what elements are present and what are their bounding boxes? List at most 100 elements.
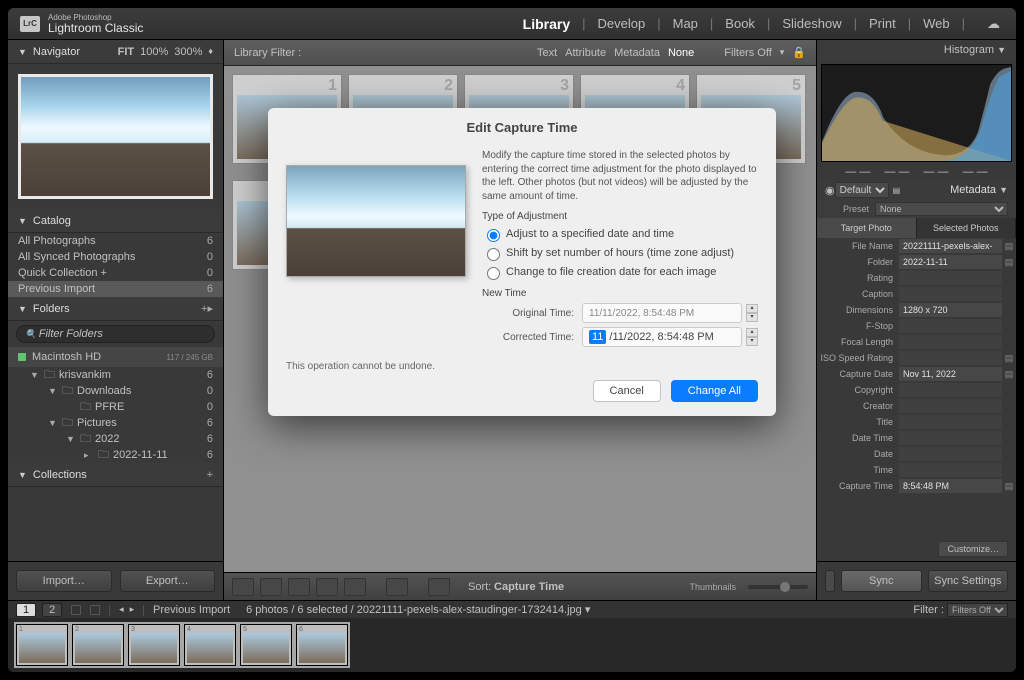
metadata-value[interactable] <box>899 271 1002 285</box>
customize-button[interactable]: Customize… <box>938 541 1008 557</box>
filmstrip[interactable]: 1 2 3 4 5 6 <box>8 618 1016 672</box>
metadata-action-icon[interactable]: ▤ <box>1002 369 1016 380</box>
sort-value[interactable]: Capture Time <box>494 581 564 593</box>
tab-selected-photos[interactable]: Selected Photos <box>917 218 1017 238</box>
radio-file-creation[interactable]: Change to file creation date for each im… <box>482 264 758 280</box>
metadata-value[interactable]: 20221111-pexels-alex- <box>899 239 1002 253</box>
people-view-icon[interactable] <box>344 578 366 596</box>
sync-toggle-icon[interactable] <box>825 570 835 592</box>
metadata-value[interactable]: 1280 x 720 <box>899 303 1002 317</box>
filmstrip-cell[interactable]: 1 <box>16 624 68 666</box>
import-button[interactable]: Import… <box>16 570 112 592</box>
sort-dir-icon[interactable] <box>428 578 450 596</box>
sync-settings-button[interactable]: Sync Settings <box>928 570 1009 592</box>
histogram[interactable] <box>821 64 1012 162</box>
grid-icon[interactable] <box>71 605 81 615</box>
back-icon[interactable]: ◂ <box>119 604 124 615</box>
monitor-1[interactable]: 1 <box>16 603 36 617</box>
fwd-icon[interactable]: ▸ <box>130 604 135 615</box>
catalog-item-selected[interactable]: Previous Import6 <box>8 281 223 297</box>
add-collection-icon[interactable]: + <box>207 469 213 481</box>
navigator-header[interactable]: ▼ Navigator FIT 100% 300% ♦ <box>8 40 223 64</box>
metadata-value[interactable] <box>899 319 1002 333</box>
metadata-value[interactable]: 2022-11-11 <box>899 255 1002 269</box>
grid-icon[interactable] <box>90 605 100 615</box>
thumbnail-size-slider[interactable] <box>748 585 808 589</box>
filmstrip-cell[interactable]: 3 <box>128 624 180 666</box>
module-book[interactable]: Book <box>721 16 759 31</box>
metadata-value[interactable] <box>899 431 1002 445</box>
navigator-preview[interactable] <box>8 64 223 209</box>
chevron-icon[interactable]: ▾ <box>780 47 785 58</box>
export-button[interactable]: Export… <box>120 570 216 592</box>
metadata-action-icon[interactable]: ▤ <box>1002 353 1016 364</box>
cloud-sync-icon[interactable]: ☁ <box>983 16 1004 32</box>
module-slideshow[interactable]: Slideshow <box>778 16 845 31</box>
folders-header[interactable]: ▼ Folders +▸ <box>8 297 223 321</box>
folder-item[interactable]: ▼🗀krisvankim6 <box>8 367 223 383</box>
catalog-item[interactable]: Quick Collection +0 <box>8 265 223 281</box>
loupe-view-icon[interactable] <box>260 578 282 596</box>
metadata-value[interactable]: 8:54:48 PM <box>899 479 1002 493</box>
cancel-button[interactable]: Cancel <box>593 380 661 402</box>
catalog-item[interactable]: All Photographs6 <box>8 233 223 249</box>
filters-off-label[interactable]: Filters Off <box>724 47 771 59</box>
folder-search-input[interactable]: 🔍 Filter Folders <box>16 325 215 343</box>
metadata-value[interactable] <box>899 335 1002 349</box>
filmstrip-cell[interactable]: 2 <box>72 624 124 666</box>
metadata-value[interactable] <box>899 287 1002 301</box>
folder-item[interactable]: ▼🗀Downloads0 <box>8 383 223 399</box>
add-folder-icon[interactable]: +▸ <box>201 302 213 315</box>
preset-select[interactable]: None <box>875 202 1008 216</box>
sync-button[interactable]: Sync <box>841 570 922 592</box>
module-print[interactable]: Print <box>865 16 900 31</box>
metadata-value[interactable] <box>899 463 1002 477</box>
metadata-value[interactable] <box>899 415 1002 429</box>
catalog-item[interactable]: All Synced Photographs0 <box>8 249 223 265</box>
metadata-value[interactable]: Nov 11, 2022 <box>899 367 1002 381</box>
filmstrip-source[interactable]: Previous Import <box>153 604 230 616</box>
metadata-header[interactable]: ◉ Default ▤ Metadata ▼ <box>817 180 1016 200</box>
folder-item[interactable]: 🗀PFRE0 <box>8 399 223 415</box>
metadata-action-icon[interactable]: ▤ <box>1002 481 1016 492</box>
monitor-2[interactable]: 2 <box>42 603 62 617</box>
filter-tab-none[interactable]: None <box>668 47 694 59</box>
radio-shift-hours[interactable]: Shift by set number of hours (time zone … <box>482 245 758 261</box>
survey-view-icon[interactable] <box>316 578 338 596</box>
collections-header[interactable]: ▼ Collections + <box>8 463 223 487</box>
filmstrip-cell[interactable]: 6 <box>296 624 348 666</box>
eye-icon[interactable]: ◉ <box>825 184 835 197</box>
folder-item[interactable]: ▼🗀Pictures6 <box>8 415 223 431</box>
filter-tab-attribute[interactable]: Attribute <box>565 47 606 59</box>
filmstrip-cell[interactable]: 5 <box>240 624 292 666</box>
filter-tab-metadata[interactable]: Metadata <box>614 47 660 59</box>
filmstrip-cell[interactable]: 4 <box>184 624 236 666</box>
metadata-value[interactable] <box>899 399 1002 413</box>
metadata-action-icon[interactable]: ▤ <box>1002 257 1016 268</box>
catalog-header[interactable]: ▼ Catalog <box>8 209 223 233</box>
metadata-value[interactable] <box>899 383 1002 397</box>
module-web[interactable]: Web <box>919 16 954 31</box>
change-all-button[interactable]: Change All <box>671 380 758 402</box>
tab-target-photo[interactable]: Target Photo <box>817 218 917 238</box>
compare-view-icon[interactable] <box>288 578 310 596</box>
stepper[interactable]: ▴▾ <box>746 328 758 346</box>
painter-icon[interactable] <box>386 578 408 596</box>
grid-view-icon[interactable] <box>232 578 254 596</box>
module-map[interactable]: Map <box>669 16 702 31</box>
lock-icon[interactable]: 🔒 <box>792 46 806 59</box>
folder-item[interactable]: ▼🗀20226 <box>8 431 223 447</box>
metadata-value[interactable] <box>899 447 1002 461</box>
metadata-action-icon[interactable]: ▤ <box>1002 241 1016 252</box>
corrected-time-input[interactable]: 11/11/2022, 8:54:48 PM <box>582 327 742 347</box>
volume-row[interactable]: Macintosh HD 117 / 245 GB <box>8 347 223 367</box>
filmstrip-filter-select[interactable]: Filters Off <box>947 603 1008 617</box>
metadata-value[interactable] <box>899 351 1002 365</box>
metadata-view-select[interactable]: Default <box>835 182 889 198</box>
navigator-zoom[interactable]: FIT 100% 300% ♦ <box>118 46 213 58</box>
filter-tab-text[interactable]: Text <box>537 47 557 59</box>
histogram-header[interactable]: Histogram ▼ <box>817 40 1016 60</box>
module-develop[interactable]: Develop <box>594 16 650 31</box>
radio-adjust-datetime[interactable]: Adjust to a specified date and time <box>482 226 758 242</box>
module-library[interactable]: Library <box>519 16 574 32</box>
